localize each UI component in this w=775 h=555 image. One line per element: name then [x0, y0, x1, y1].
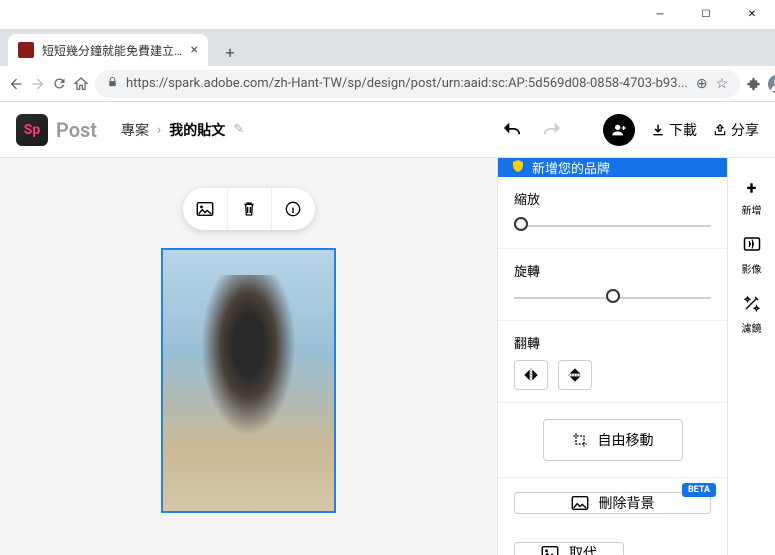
add-tool-label: 新增	[742, 202, 762, 217]
zoom-label: 縮放	[514, 189, 711, 208]
breadcrumb-current[interactable]: 我的貼文	[169, 120, 225, 140]
tab-favicon-icon	[18, 42, 34, 58]
nav-back-button[interactable]	[8, 70, 24, 98]
extensions-button[interactable]	[746, 70, 761, 98]
download-label: 下載	[669, 120, 697, 140]
download-icon	[651, 123, 665, 137]
app-header: Sp Post 專案 › 我的貼文 ✎ 下載 分享	[0, 102, 775, 158]
window-maximize[interactable]: ☐	[683, 0, 729, 30]
profile-button[interactable]	[767, 70, 775, 98]
window-titlebar: ─ ☐ ✕	[0, 0, 775, 30]
breadcrumb-project[interactable]: 專案	[121, 120, 149, 140]
flip-v-icon	[568, 367, 582, 383]
share-icon	[713, 123, 727, 137]
flip-horizontal-button[interactable]	[514, 360, 548, 390]
avatar-icon	[767, 74, 775, 94]
beta-badge: BETA	[682, 483, 716, 497]
filter-tool[interactable]: 濾鏡	[742, 294, 762, 335]
image-tool[interactable]: 影像	[742, 235, 762, 276]
main-area: 新增您的品牌 縮放 旋轉 翻轉	[0, 158, 775, 555]
redo-button[interactable]	[541, 118, 563, 142]
canvas-toolbar	[183, 188, 315, 230]
spark-logo-icon[interactable]: Sp	[16, 114, 48, 146]
arrow-right-icon	[30, 76, 46, 92]
bookmark-icon[interactable]: ☆	[716, 76, 729, 92]
flip-h-icon	[523, 368, 539, 382]
breadcrumb: 專案 › 我的貼文 ✎	[121, 120, 244, 140]
home-icon	[73, 76, 89, 92]
properties-panel: 新增您的品牌 縮放 旋轉 翻轉	[497, 158, 727, 555]
rotate-slider[interactable]	[514, 288, 711, 308]
redo-icon	[541, 119, 563, 137]
lock-icon	[107, 76, 118, 91]
sparkle-image-icon	[743, 235, 761, 258]
image-icon	[541, 546, 559, 555]
filter-tool-label: 濾鏡	[742, 320, 762, 335]
puzzle-icon	[746, 76, 761, 91]
nav-reload-button[interactable]	[52, 70, 67, 98]
browser-tab[interactable]: 短短幾分鐘就能免費建立影像、 ×	[8, 34, 208, 66]
pencil-icon[interactable]: ✎	[233, 122, 244, 137]
wand-icon	[743, 294, 761, 317]
info-tool-button[interactable]	[271, 188, 315, 230]
rotate-label: 旋轉	[514, 261, 711, 280]
free-move-label: 自由移動	[598, 430, 654, 450]
plus-icon: +	[747, 178, 757, 199]
canvas-image[interactable]	[161, 248, 336, 513]
nav-home-button[interactable]	[73, 70, 89, 98]
remove-bg-button[interactable]: 刪除背景 BETA	[514, 492, 711, 514]
url-field[interactable]: https://spark.adobe.com/zh-Hant-TW/sp/de…	[95, 70, 740, 98]
chevron-right-icon: ›	[157, 122, 161, 138]
site-settings-icon[interactable]: ⊕	[696, 76, 708, 92]
tab-close-icon[interactable]: ×	[191, 42, 198, 58]
flip-vertical-button[interactable]	[558, 360, 592, 390]
replace-button[interactable]: 取代	[514, 542, 624, 555]
rotate-section: 旋轉	[498, 249, 727, 321]
browser-address-bar: https://spark.adobe.com/zh-Hant-TW/sp/de…	[0, 66, 775, 102]
free-move-section: 自由移動	[498, 403, 727, 478]
flip-label: 翻轉	[514, 333, 711, 352]
shield-icon	[512, 159, 524, 177]
undo-button[interactable]	[501, 118, 523, 142]
undo-redo-group	[501, 118, 563, 142]
brand-banner-label: 新增您的品牌	[532, 158, 610, 177]
info-icon	[285, 201, 301, 217]
delete-tool-button[interactable]	[227, 188, 271, 230]
crop-icon	[572, 432, 588, 448]
zoom-slider-thumb[interactable]	[514, 217, 528, 231]
arrow-left-icon	[8, 76, 24, 92]
canvas-area[interactable]	[0, 158, 497, 555]
add-tool[interactable]: + 新增	[742, 178, 762, 217]
reload-icon	[52, 76, 67, 91]
new-tab-button[interactable]: +	[216, 38, 244, 66]
share-label: 分享	[731, 120, 759, 140]
url-text: https://spark.adobe.com/zh-Hant-TW/sp/de…	[126, 76, 688, 91]
image-icon	[196, 202, 214, 216]
remove-bg-label: 刪除背景	[599, 493, 655, 513]
image-tool-label: 影像	[742, 261, 762, 276]
person-add-icon	[611, 122, 627, 138]
brand-banner[interactable]: 新增您的品牌	[498, 158, 727, 177]
invite-button[interactable]	[603, 114, 635, 146]
tab-title: 短短幾分鐘就能免費建立影像、	[42, 42, 185, 59]
free-move-button[interactable]: 自由移動	[543, 419, 683, 461]
browser-tab-bar: 短短幾分鐘就能免費建立影像、 × +	[0, 30, 775, 66]
share-button[interactable]: 分享	[713, 120, 759, 140]
download-button[interactable]: 下載	[651, 120, 697, 140]
side-toolbar: + 新增 影像 濾鏡	[727, 158, 775, 555]
image-tool-button[interactable]	[183, 188, 227, 230]
undo-icon	[501, 119, 523, 137]
post-label: Post	[56, 118, 97, 142]
rotate-slider-thumb[interactable]	[606, 289, 620, 303]
window-minimize[interactable]: ─	[637, 0, 683, 30]
flip-section: 翻轉	[498, 321, 727, 403]
zoom-section: 縮放	[498, 177, 727, 249]
nav-forward-button[interactable]	[30, 70, 46, 98]
image-remove-icon	[571, 496, 589, 510]
window-close[interactable]: ✕	[729, 0, 775, 30]
replace-label: 取代	[569, 543, 597, 555]
zoom-slider[interactable]	[514, 216, 711, 236]
trash-icon	[242, 201, 256, 217]
